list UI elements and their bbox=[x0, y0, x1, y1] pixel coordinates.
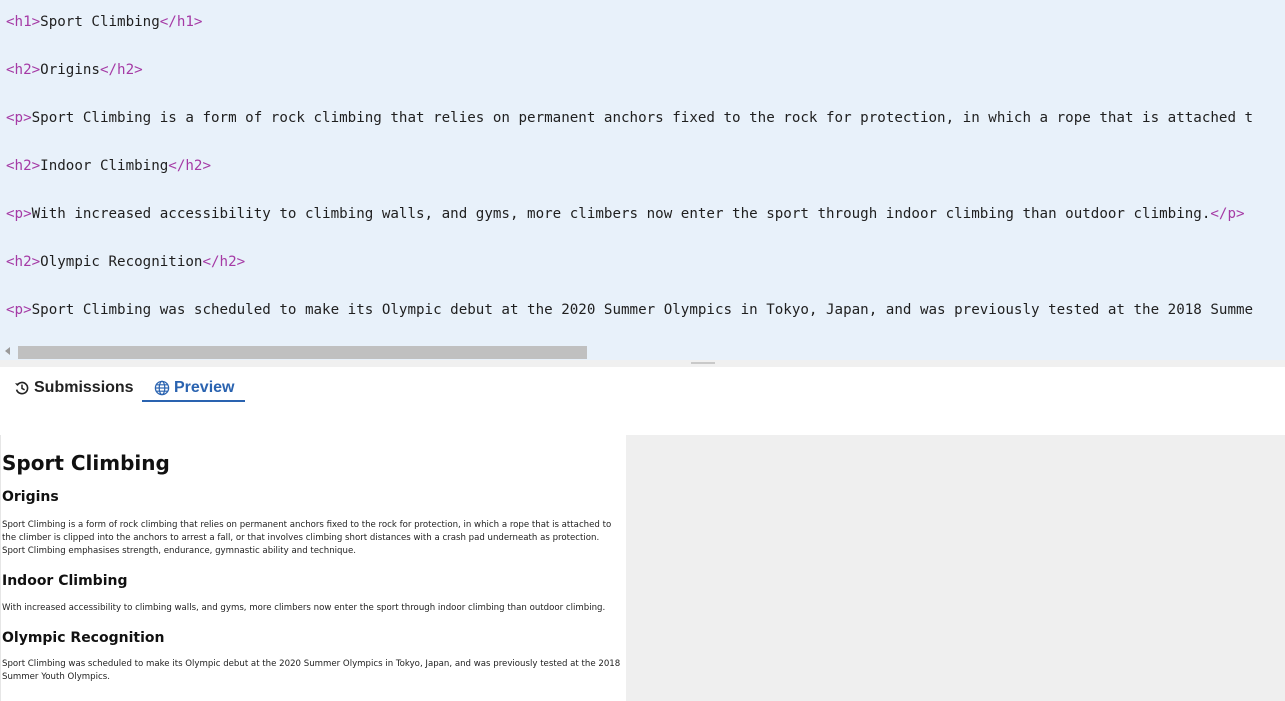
preview-paragraph-origins: Sport Climbing is a form of rock climbin… bbox=[2, 520, 612, 556]
code-tag: <p> bbox=[6, 110, 32, 126]
preview-empty-area bbox=[626, 435, 1285, 701]
code-tag: <p> bbox=[6, 206, 32, 222]
code-text: Sport Climbing bbox=[40, 14, 160, 30]
preview-heading-origins: Origins bbox=[2, 489, 59, 505]
preview-paragraph-olympic: Sport Climbing was scheduled to make its… bbox=[2, 659, 621, 682]
code-line: <p>With increased accessibility to climb… bbox=[6, 206, 1245, 222]
code-line: <h2>Olympic Recognition</h2> bbox=[6, 254, 245, 270]
code-text: Sport Climbing was scheduled to make its… bbox=[31, 302, 1254, 318]
code-line: <p>Sport Climbing is a form of rock clim… bbox=[6, 110, 1253, 126]
globe-icon bbox=[154, 380, 170, 395]
preview-heading-olympic: Olympic Recognition bbox=[2, 630, 165, 646]
code-tag: </h2> bbox=[99, 62, 143, 78]
tab-submissions[interactable]: Submissions bbox=[14, 375, 134, 401]
code-line: <h2>Origins</h2> bbox=[6, 62, 143, 78]
code-tag: <h1> bbox=[6, 14, 41, 30]
tab-label: Submissions bbox=[34, 379, 134, 396]
code-tag: <h2> bbox=[6, 158, 41, 174]
tab-label: Preview bbox=[174, 378, 235, 396]
history-icon bbox=[15, 381, 29, 395]
code-tag: <h2> bbox=[6, 62, 41, 78]
scrollbar-thumb[interactable] bbox=[18, 346, 587, 359]
tab-preview[interactable]: Preview bbox=[142, 375, 245, 402]
scroll-left-icon[interactable] bbox=[5, 347, 10, 355]
code-line: <h1>Sport Climbing</h1> bbox=[6, 14, 202, 30]
preview-heading-indoor: Indoor Climbing bbox=[2, 573, 128, 589]
code-tag: <h2> bbox=[6, 254, 41, 270]
code-tag: </p> bbox=[1210, 206, 1245, 222]
code-tag: </h2> bbox=[168, 158, 212, 174]
code-tag: </h1> bbox=[159, 14, 203, 30]
code-text: Origins bbox=[40, 62, 100, 78]
code-line: <p>Sport Climbing was scheduled to make … bbox=[6, 302, 1253, 318]
code-text: With increased accessibility to climbing… bbox=[31, 206, 1211, 222]
code-tag: </h2> bbox=[202, 254, 246, 270]
preview-title: Sport Climbing bbox=[2, 451, 170, 475]
pane-splitter[interactable] bbox=[0, 360, 1285, 367]
horizontal-scrollbar[interactable] bbox=[0, 343, 1285, 360]
code-tag: <p> bbox=[6, 302, 32, 318]
code-text: Olympic Recognition bbox=[40, 254, 203, 270]
code-editor[interactable]: <h1>Sport Climbing</h1> <h2>Origins</h2>… bbox=[0, 0, 1285, 343]
code-text: Indoor Climbing bbox=[40, 158, 169, 174]
preview-frame: Sport Climbing Origins Sport Climbing is… bbox=[0, 435, 626, 701]
code-line: <h2>Indoor Climbing</h2> bbox=[6, 158, 211, 174]
code-text: Sport Climbing is a form of rock climbin… bbox=[31, 110, 1254, 126]
splitter-grip[interactable] bbox=[691, 362, 715, 364]
tab-bar: Submissions Preview bbox=[0, 367, 1285, 403]
preview-paragraph-indoor: With increased accessibility to climbing… bbox=[2, 603, 606, 613]
